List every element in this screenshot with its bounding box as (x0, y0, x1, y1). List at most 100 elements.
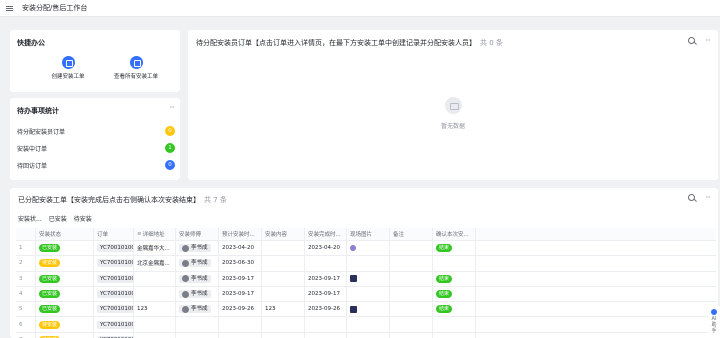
column-header-address[interactable]: ≡ 详细地址 (134, 228, 176, 240)
confirm-cell[interactable] (433, 332, 476, 338)
more-icon[interactable]: ··· (169, 103, 175, 112)
status-cell[interactable]: 已安装 (36, 271, 94, 286)
create-install-order-button[interactable]: 创建安装工单 (38, 56, 98, 80)
table-row[interactable]: 2 待安装 YC70010100 北京金隅嘉... 李书成 2023-06-30 (16, 256, 716, 272)
planned-date-cell[interactable]: 2023-09-17 (219, 286, 262, 302)
address-cell[interactable] (134, 332, 176, 338)
content-cell[interactable] (262, 317, 305, 332)
view-all-install-orders-button[interactable]: 查看所有安装工单 (106, 56, 166, 80)
confirm-cell[interactable] (433, 256, 476, 271)
search-icon[interactable] (688, 37, 696, 44)
status-cell[interactable]: 待安装 (36, 332, 94, 338)
address-cell[interactable] (134, 317, 176, 332)
order-cell[interactable]: YC70010100 (94, 302, 134, 317)
worker-cell[interactable]: 李书成 (176, 256, 219, 271)
view-tab-status[interactable]: 安装状... (18, 214, 42, 223)
address-cell[interactable]: 123 (134, 302, 176, 317)
view-tab-pending[interactable]: 待安装 (74, 214, 92, 223)
note-cell[interactable] (390, 302, 433, 317)
worker-cell[interactable] (176, 332, 219, 338)
content-cell[interactable] (262, 256, 305, 271)
confirm-cell[interactable]: 结束 (433, 302, 476, 317)
done-date-cell[interactable] (305, 256, 347, 271)
order-cell[interactable]: YC70010100 (94, 332, 134, 338)
status-cell[interactable]: 待安装 (36, 256, 94, 271)
table-row[interactable]: 7待安装YC70010100 (16, 332, 716, 338)
confirm-cell[interactable]: 结束 (433, 286, 476, 302)
column-header-worker[interactable]: 安装师傅 (176, 228, 219, 240)
note-cell[interactable] (390, 241, 433, 256)
column-header-content[interactable]: 安装内容 (262, 228, 305, 240)
photo-thumbnail[interactable] (350, 275, 357, 283)
content-cell[interactable] (262, 332, 305, 338)
content-cell[interactable]: 123 (262, 302, 305, 317)
planned-date-cell[interactable] (219, 332, 262, 338)
column-header-planned-date[interactable]: 预计安装时... (219, 228, 262, 240)
table-row[interactable]: 4 已安装 YC70010100 李书成 2023-09-17 2023-09-17 结束 (16, 286, 716, 303)
order-cell[interactable]: YC70010100 (94, 317, 134, 332)
worker-cell[interactable]: 李书成 (176, 241, 219, 256)
planned-date-cell[interactable] (219, 317, 262, 332)
note-cell[interactable] (390, 271, 433, 286)
planned-date-cell[interactable]: 2023-04-20 (219, 241, 262, 256)
column-header-status[interactable]: 安装状态 (36, 228, 94, 240)
planned-date-cell[interactable]: 2023-09-26 (219, 302, 262, 317)
done-date-cell[interactable] (305, 332, 347, 338)
note-cell[interactable] (390, 256, 433, 271)
confirm-end-button[interactable]: 结束 (436, 305, 453, 314)
table-row[interactable]: 1 已安装 YC70010100 金隅嘉华大... 李书成 2023-04-20 2023-… (16, 241, 716, 257)
status-cell[interactable]: 已安装 (36, 302, 94, 317)
ai-assistant-button[interactable]: AI 助 手 (708, 306, 720, 338)
photo-thumbnail[interactable] (350, 245, 356, 252)
confirm-cell[interactable]: 结束 (433, 241, 476, 256)
menu-icon[interactable] (6, 5, 13, 11)
done-date-cell[interactable]: 2023-09-26 (305, 302, 347, 317)
planned-date-cell[interactable]: 2023-09-17 (219, 271, 262, 286)
worker-cell[interactable]: 李书成 (176, 286, 219, 302)
worker-cell[interactable]: 李书成 (176, 302, 219, 317)
note-cell[interactable] (390, 286, 433, 302)
table-row[interactable]: 6 待安装 YC70010100 (16, 317, 716, 333)
more-icon[interactable]: ··· (705, 36, 711, 44)
photo-cell[interactable] (347, 286, 390, 302)
address-cell[interactable]: 金隅嘉华大... (134, 241, 176, 256)
address-cell[interactable] (134, 286, 176, 302)
note-cell[interactable] (390, 317, 433, 332)
worker-cell[interactable] (176, 317, 219, 332)
view-tab-installed[interactable]: 已安装 (49, 214, 67, 223)
column-header-photo[interactable]: 现场图片 (347, 228, 390, 240)
more-icon[interactable]: ··· (705, 193, 711, 201)
status-cell[interactable]: 已安装 (36, 241, 94, 256)
worker-cell[interactable]: 李书成 (176, 271, 219, 286)
photo-cell[interactable] (347, 332, 390, 338)
order-cell[interactable]: YC70010100 (94, 241, 134, 256)
done-date-cell[interactable]: 2023-09-17 (305, 286, 347, 302)
table-row[interactable]: 5 已安装 YC70010100 123 李书成 2023-09-26 123 2023-09… (16, 302, 716, 318)
address-cell[interactable]: 北京金隅嘉... (134, 256, 176, 271)
content-cell[interactable] (262, 286, 305, 302)
confirm-end-button[interactable]: 结束 (436, 244, 453, 253)
address-cell[interactable] (134, 271, 176, 286)
planned-date-cell[interactable]: 2023-06-30 (219, 256, 262, 271)
table-row[interactable]: 3 已安装 YC70010100 李书成 2023-09-17 2023-09-17 结束 (16, 271, 716, 287)
content-cell[interactable] (262, 271, 305, 286)
status-cell[interactable]: 已安装 (36, 286, 94, 302)
confirm-cell[interactable]: 结束 (433, 271, 476, 286)
photo-thumbnail[interactable] (350, 305, 357, 313)
stat-pending-assign[interactable]: 待分配安装员订单 0 (17, 126, 177, 136)
photo-cell[interactable] (347, 302, 390, 317)
done-date-cell[interactable]: 2023-09-17 (305, 271, 347, 286)
confirm-end-button[interactable]: 结束 (436, 274, 453, 283)
search-icon[interactable] (688, 194, 696, 201)
done-date-cell[interactable]: 2023-04-20 (305, 241, 347, 256)
order-cell[interactable]: YC70010100 (94, 256, 134, 271)
photo-cell[interactable] (347, 271, 390, 286)
stat-installing[interactable]: 安装中订单 1 (17, 143, 177, 153)
column-header-done-date[interactable]: 安装完成时... (305, 228, 347, 240)
confirm-cell[interactable] (433, 317, 476, 332)
photo-cell[interactable] (347, 256, 390, 271)
photo-cell[interactable] (347, 317, 390, 332)
done-date-cell[interactable] (305, 317, 347, 332)
column-header-confirm[interactable]: 确认本次安... (433, 228, 476, 240)
order-cell[interactable]: YC70010100 (94, 271, 134, 286)
